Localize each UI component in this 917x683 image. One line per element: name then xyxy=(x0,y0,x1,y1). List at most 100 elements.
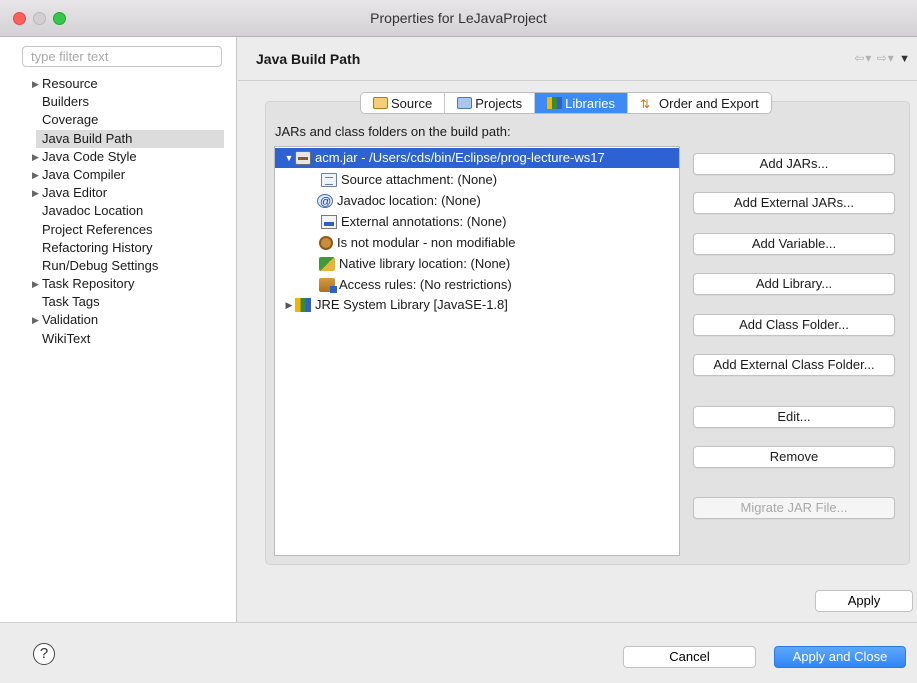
add-jars-button[interactable]: Add JARs... xyxy=(693,153,895,175)
sidebar-item-java-editor[interactable]: ▶ Java Editor xyxy=(0,184,237,202)
access-rules-icon xyxy=(319,278,337,293)
collapse-arrow-icon[interactable]: ▼ xyxy=(283,148,295,168)
tree-row-module[interactable]: Is not modular - non modifiable xyxy=(275,233,515,253)
cancel-button[interactable]: Cancel xyxy=(623,646,756,668)
tree-row-label: Native library location: (None) xyxy=(339,256,511,271)
tree-row-external-annotations[interactable]: External annotations: (None) xyxy=(275,212,506,232)
tree-row-label: External annotations: (None) xyxy=(341,214,507,229)
history-navigation: ⇦▾ ⇨▾ ▼ xyxy=(854,51,911,65)
annotations-icon xyxy=(321,215,337,229)
build-path-list-label: JARs and class folders on the build path… xyxy=(275,124,511,139)
apply-and-close-button[interactable]: Apply and Close xyxy=(774,646,906,668)
tab-label: Order and Export xyxy=(659,95,759,111)
help-icon[interactable]: ? xyxy=(33,643,55,665)
expand-arrow-icon[interactable]: ▶ xyxy=(32,148,39,166)
tree-row-acm-jar[interactable]: ▼ acm.jar - /Users/cds/bin/Eclipse/prog-… xyxy=(275,148,679,168)
tree-row-label: Access rules: (No restrictions) xyxy=(339,277,512,292)
apply-button[interactable]: Apply xyxy=(815,590,913,612)
expand-arrow-icon[interactable]: ▶ xyxy=(32,184,39,202)
expand-arrow-icon[interactable]: ▶ xyxy=(32,275,39,293)
sidebar-item-label: Builders xyxy=(42,94,89,110)
forward-arrow-icon[interactable]: ⇨▾ xyxy=(877,51,895,65)
add-variable-button[interactable]: Add Variable... xyxy=(693,233,895,255)
sidebar-item-label: Javadoc Location xyxy=(42,203,144,219)
native-library-icon xyxy=(319,257,335,271)
sidebar-item-task-tags[interactable]: Task Tags xyxy=(0,293,237,311)
sidebar-item-java-compiler[interactable]: ▶ Java Compiler xyxy=(0,166,237,184)
title-bar: Properties for LeJavaProject xyxy=(0,0,917,37)
sidebar-item-label: Coverage xyxy=(42,112,99,128)
sidebar-item-label: Task Tags xyxy=(42,294,100,310)
sidebar-item-label: Java Code Style xyxy=(42,148,137,164)
sidebar-item-label: Refactoring History xyxy=(42,239,153,255)
sidebar-item-label: WikiText xyxy=(42,330,91,346)
tab-libraries[interactable]: Libraries xyxy=(535,93,629,113)
sidebar-item-label: Validation xyxy=(42,312,99,328)
tree-row-source-attachment[interactable]: Source attachment: (None) xyxy=(275,170,497,190)
view-menu-icon[interactable]: ▼ xyxy=(899,53,911,65)
add-library-button[interactable]: Add Library... xyxy=(693,273,895,295)
tree-row-label: acm.jar - /Users/cds/bin/Eclipse/prog-le… xyxy=(315,150,605,165)
filter-input[interactable] xyxy=(22,46,222,67)
back-arrow-icon[interactable]: ⇦▾ xyxy=(854,51,872,65)
tab-label: Libraries xyxy=(565,95,616,111)
projects-folder-icon xyxy=(457,97,473,109)
expand-arrow-icon[interactable]: ▶ xyxy=(32,166,39,184)
sidebar-item-resource[interactable]: ▶ Resource xyxy=(0,75,237,93)
expand-arrow-icon[interactable]: ▶ xyxy=(32,311,39,329)
tab-label: Source xyxy=(391,95,433,111)
tree-row-label: Is not modular - non modifiable xyxy=(337,235,516,250)
build-path-tree[interactable]: ▼ acm.jar - /Users/cds/bin/Eclipse/prog-… xyxy=(274,146,680,556)
order-export-icon: ⇅ xyxy=(640,97,651,111)
tree-row-jre-system-library[interactable]: ▶ JRE System Library [JavaSE-1.8] xyxy=(275,295,508,315)
source-folder-icon xyxy=(373,97,388,109)
tab-order-and-export[interactable]: ⇅ Order and Export xyxy=(628,93,771,113)
sidebar-item-label: Task Repository xyxy=(42,276,135,292)
tree-row-access-rules[interactable]: Access rules: (No restrictions) xyxy=(275,275,512,295)
tab-projects[interactable]: Projects xyxy=(445,93,536,113)
tab-source[interactable]: Source xyxy=(361,93,446,113)
javadoc-icon xyxy=(317,192,333,212)
sidebar-item-project-references[interactable]: Project References xyxy=(0,221,237,239)
sidebar-item-run-debug-settings[interactable]: Run/Debug Settings xyxy=(0,257,237,275)
edit-button[interactable]: Edit... xyxy=(693,406,895,428)
tree-row-native-library[interactable]: Native library location: (None) xyxy=(275,254,510,274)
sidebar-item-label: Java Editor xyxy=(42,185,108,201)
add-external-class-folder-button[interactable]: Add External Class Folder... xyxy=(693,354,895,376)
add-class-folder-button[interactable]: Add Class Folder... xyxy=(693,314,895,336)
window-title: Properties for LeJavaProject xyxy=(370,10,547,26)
sidebar-item-wikitext[interactable]: WikiText xyxy=(0,330,237,348)
tab-label: Projects xyxy=(475,95,523,111)
sidebar-item-label: Java Build Path xyxy=(42,130,133,146)
sidebar: ▶ Resource Builders Coverage Java Build … xyxy=(0,37,237,622)
add-external-jars-button[interactable]: Add External JARs... xyxy=(693,192,895,214)
sidebar-item-coverage[interactable]: Coverage xyxy=(0,111,237,129)
tree-row-label: JRE System Library [JavaSE-1.8] xyxy=(315,297,508,312)
remove-button[interactable]: Remove xyxy=(693,446,895,468)
libraries-icon xyxy=(547,97,563,109)
sidebar-item-java-code-style[interactable]: ▶ Java Code Style xyxy=(0,148,237,166)
migrate-jar-button: Migrate JAR File... xyxy=(693,497,895,519)
tree-row-label: Javadoc location: (None) xyxy=(337,193,481,208)
jar-icon xyxy=(295,151,311,165)
sidebar-item-task-repository[interactable]: ▶ Task Repository xyxy=(0,275,237,293)
sidebar-item-refactoring-history[interactable]: Refactoring History xyxy=(0,239,237,257)
tab-bar: Source Projects Libraries ⇅ Order and Ex… xyxy=(360,92,772,114)
sidebar-item-javadoc-location[interactable]: Javadoc Location xyxy=(0,202,237,220)
sidebar-item-label: Project References xyxy=(42,221,153,237)
sidebar-item-label: Java Compiler xyxy=(42,166,126,182)
jre-library-icon xyxy=(295,298,311,312)
sidebar-item-validation[interactable]: ▶ Validation xyxy=(0,311,237,329)
expand-arrow-icon[interactable]: ▶ xyxy=(32,75,39,93)
sidebar-item-java-build-path[interactable]: Java Build Path xyxy=(36,129,224,148)
sidebar-item-builders[interactable]: Builders xyxy=(0,93,237,111)
module-gear-icon xyxy=(319,236,333,250)
sidebar-tree: ▶ Resource Builders Coverage Java Build … xyxy=(0,75,237,348)
tree-row-javadoc-location[interactable]: Javadoc location: (None) xyxy=(275,191,481,212)
sidebar-item-label: Resource xyxy=(42,76,98,91)
expand-arrow-icon[interactable]: ▶ xyxy=(283,295,295,315)
tree-row-label: Source attachment: (None) xyxy=(341,172,498,187)
sidebar-item-label: Run/Debug Settings xyxy=(42,257,159,273)
page-title: Java Build Path xyxy=(256,51,361,67)
source-attachment-icon xyxy=(321,173,337,187)
